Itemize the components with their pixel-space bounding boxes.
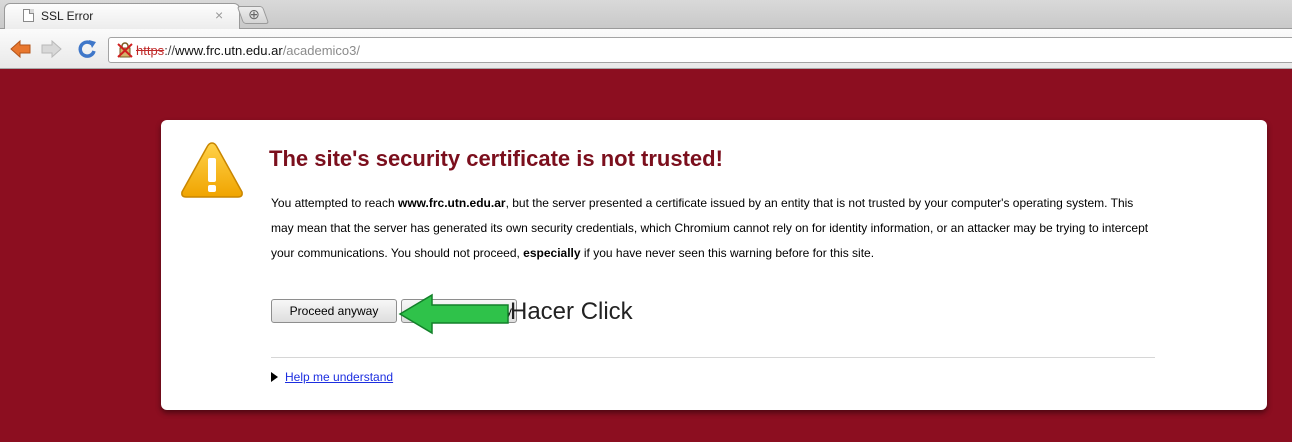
- page-title: The site's security certificate is not t…: [269, 146, 723, 171]
- help-me-understand-link[interactable]: Help me understand: [271, 370, 393, 384]
- divider: [271, 357, 1155, 358]
- tab-title: SSL Error: [41, 9, 94, 23]
- back-arrow-icon[interactable]: [10, 39, 32, 59]
- warning-icon: [181, 142, 243, 198]
- message-part: You attempted to reach: [271, 196, 398, 210]
- expand-triangle-icon: [271, 372, 278, 382]
- forward-arrow-icon[interactable]: [40, 39, 62, 59]
- url-path: /academico3/: [282, 43, 361, 58]
- tab-ssl-error[interactable]: SSL Error ×: [4, 3, 240, 29]
- url-text: https://www.frc.utn.edu.ar/academico3/: [136, 43, 360, 58]
- proceed-anyway-button[interactable]: Proceed anyway: [271, 299, 397, 323]
- address-bar[interactable]: https://www.frc.utn.edu.ar/academico3/: [108, 37, 1292, 63]
- broken-lock-icon[interactable]: [117, 42, 133, 58]
- site-host: www.frc.utn.edu.ar: [397, 196, 506, 210]
- new-tab-icon: ⊕: [248, 6, 260, 22]
- url-host: www.frc.utn.edu.ar: [175, 43, 283, 58]
- emphasis-text: especially: [523, 246, 581, 260]
- url-scheme: https: [136, 43, 165, 58]
- annotation-arrow-icon: [398, 293, 509, 335]
- browser-toolbar: https://www.frc.utn.edu.ar/academico3/: [0, 29, 1292, 69]
- message-part: if you have never seen this warning befo…: [580, 246, 875, 260]
- help-link-label: Help me understand: [285, 370, 394, 384]
- warning-message: You attempted to reach www.frc.utn.edu.a…: [271, 191, 1156, 266]
- url-separator: ://: [164, 43, 176, 58]
- tab-strip: SSL Error × ⊕: [0, 0, 1292, 29]
- ssl-warning-card: The site's security certificate is not t…: [161, 120, 1267, 410]
- page-icon: [23, 9, 34, 22]
- tab-close-icon[interactable]: ×: [215, 7, 223, 23]
- reload-icon[interactable]: [76, 39, 98, 59]
- annotation-label: Hacer Click: [510, 298, 633, 325]
